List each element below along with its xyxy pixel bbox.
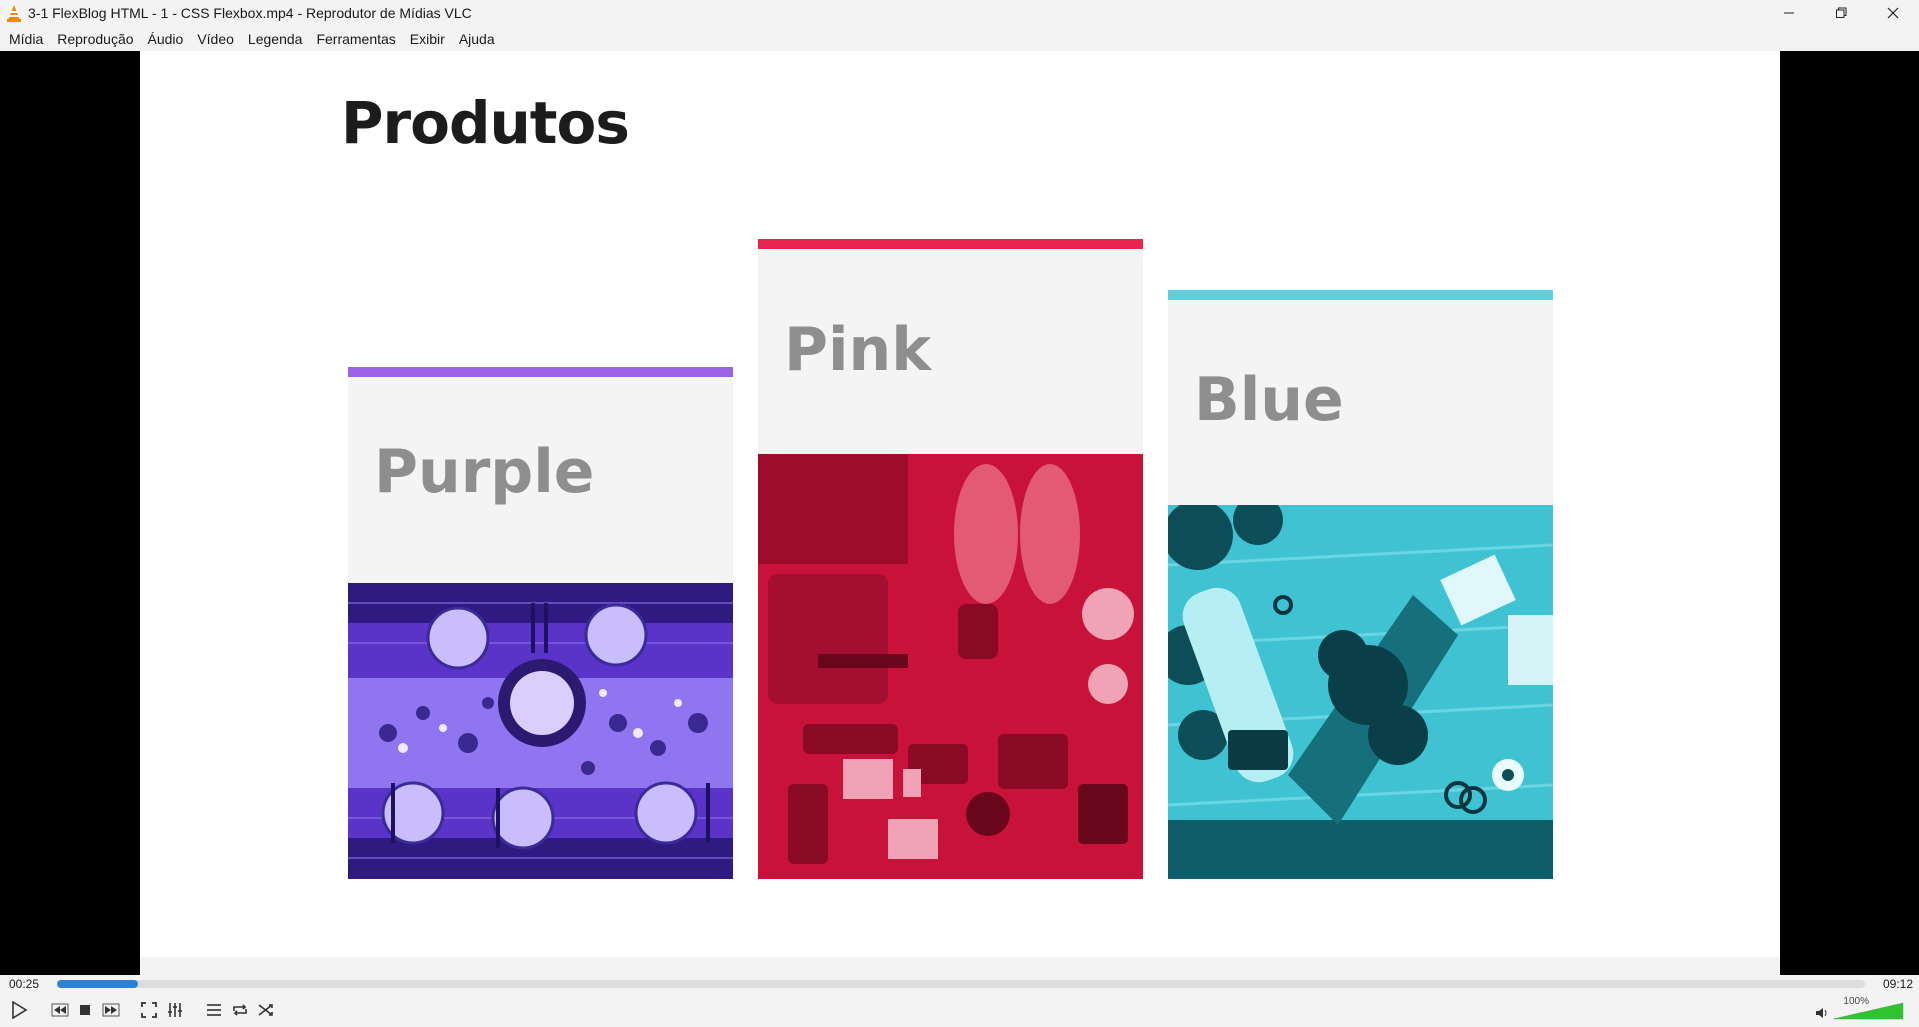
- shuffle-icon[interactable]: [254, 999, 278, 1021]
- minimize-icon[interactable]: [1763, 0, 1815, 26]
- menu-item-audio[interactable]: Áudio: [141, 31, 191, 47]
- playlist-icon[interactable]: [202, 999, 226, 1021]
- card-label: Purple: [374, 437, 595, 507]
- playback-controls: 00:25 09:12 100%: [0, 975, 1919, 1027]
- next-icon[interactable]: [99, 999, 123, 1021]
- play-icon[interactable]: [6, 999, 32, 1021]
- menu-item-midia[interactable]: Mídia: [2, 31, 50, 47]
- menu-item-reproducao[interactable]: Reprodução: [50, 31, 140, 47]
- table-setting-photo: [348, 583, 733, 879]
- card-purple: Purple: [348, 367, 733, 879]
- card-accent-bar: [348, 367, 733, 377]
- current-time: 00:25: [9, 977, 40, 991]
- card-pink: Pink: [758, 239, 1143, 879]
- previous-icon[interactable]: [48, 999, 72, 1021]
- volume-slider[interactable]: [1831, 1001, 1905, 1021]
- seek-progress: [57, 980, 139, 988]
- menu-bar: Mídia Reprodução Áudio Vídeo Legenda Fer…: [0, 26, 1919, 51]
- total-time: 09:12: [1882, 977, 1913, 991]
- fullscreen-icon[interactable]: [137, 999, 161, 1021]
- vlc-cone-icon: [4, 3, 24, 23]
- restore-icon[interactable]: [1815, 0, 1867, 26]
- menu-item-video[interactable]: Vídeo: [190, 31, 241, 47]
- slide-heading: Produtos: [341, 89, 630, 157]
- window-title: 3-1 FlexBlog HTML - 1 - CSS Flexbox.mp4 …: [28, 5, 472, 21]
- menu-item-legenda[interactable]: Legenda: [241, 31, 310, 47]
- card-label: Pink: [784, 315, 932, 385]
- video-area[interactable]: Produtos Purple Pink Blue: [0, 51, 1919, 975]
- title-bar: 3-1 FlexBlog HTML - 1 - CSS Flexbox.mp4 …: [0, 0, 1919, 26]
- video-frame: Produtos Purple Pink Blue: [140, 51, 1780, 975]
- stop-icon[interactable]: [73, 999, 97, 1021]
- seek-slider[interactable]: [57, 980, 1865, 988]
- menu-item-exibir[interactable]: Exibir: [403, 31, 452, 47]
- travel-gear-photo: [758, 454, 1143, 879]
- loop-icon[interactable]: [228, 999, 252, 1021]
- card-label: Blue: [1194, 365, 1344, 435]
- close-icon[interactable]: [1867, 0, 1919, 26]
- extended-settings-icon[interactable]: [163, 999, 187, 1021]
- card-accent-bar: [1168, 290, 1553, 300]
- card-blue: Blue: [1168, 290, 1553, 879]
- slide-bottom-strip: [140, 957, 1780, 975]
- speaker-icon[interactable]: [1815, 1006, 1829, 1024]
- menu-item-ferramentas[interactable]: Ferramentas: [309, 31, 402, 47]
- menu-item-ajuda[interactable]: Ajuda: [452, 31, 502, 47]
- desk-flowers-photo: [1168, 505, 1553, 879]
- card-accent-bar: [758, 239, 1143, 249]
